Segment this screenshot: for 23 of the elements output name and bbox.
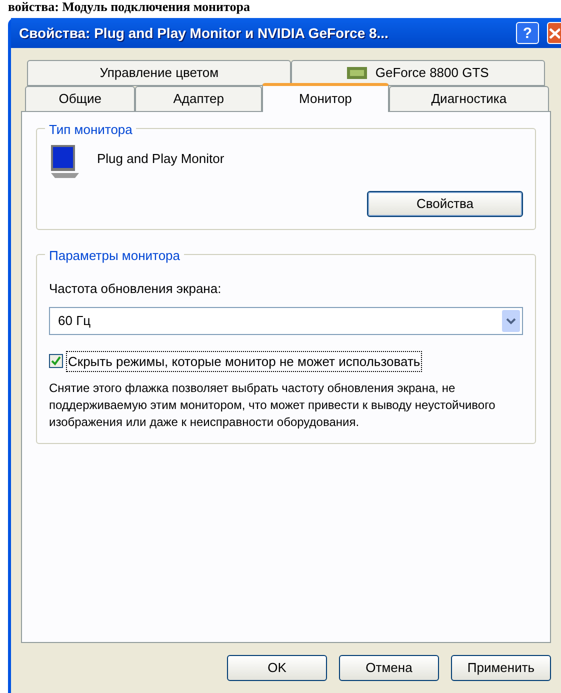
monitor-name: Plug and Play Monitor (97, 150, 224, 168)
tab[interactable]: Управление цветом (27, 60, 292, 86)
page-heading: войства: Модуль подключения монитора (7, 0, 251, 14)
dialog-button[interactable]: Применить (451, 655, 551, 681)
dialog-button[interactable]: OK (227, 655, 327, 681)
tab[interactable]: Адаптер (135, 86, 262, 112)
checkbox-square[interactable] (49, 354, 63, 368)
refresh-rate-dropdown[interactable]: 60 Гц (49, 306, 523, 334)
window-title: Свойства: Plug and Play Monitor и NVIDIA GeForce 8... (19, 24, 390, 43)
tab[interactable]: Общие (25, 86, 136, 112)
checkmark-icon (51, 356, 61, 366)
close-button[interactable] (547, 22, 561, 44)
close-icon (548, 26, 560, 40)
tab[interactable]: Монитор (262, 83, 389, 112)
warning-note: Снятие этого флажка позволяет выбрать частоту обновления экрана, не поддерживаемую этим монитором, что может привести к выводу неустойчивого изображения или даже к неисправности оборудования. (49, 380, 496, 431)
refresh-rate-label: Частота обновления экрана: (49, 280, 222, 298)
dialog-button[interactable]: Отмена (339, 655, 439, 681)
tab[interactable]: Диагностика (388, 86, 549, 112)
chip-icon (347, 67, 368, 79)
properties-button[interactable]: Свойства (367, 191, 523, 217)
monitor-icon (49, 145, 81, 179)
help-button[interactable]: ? (516, 22, 539, 44)
tab[interactable]: GeForce 8800 GTS (291, 60, 545, 86)
